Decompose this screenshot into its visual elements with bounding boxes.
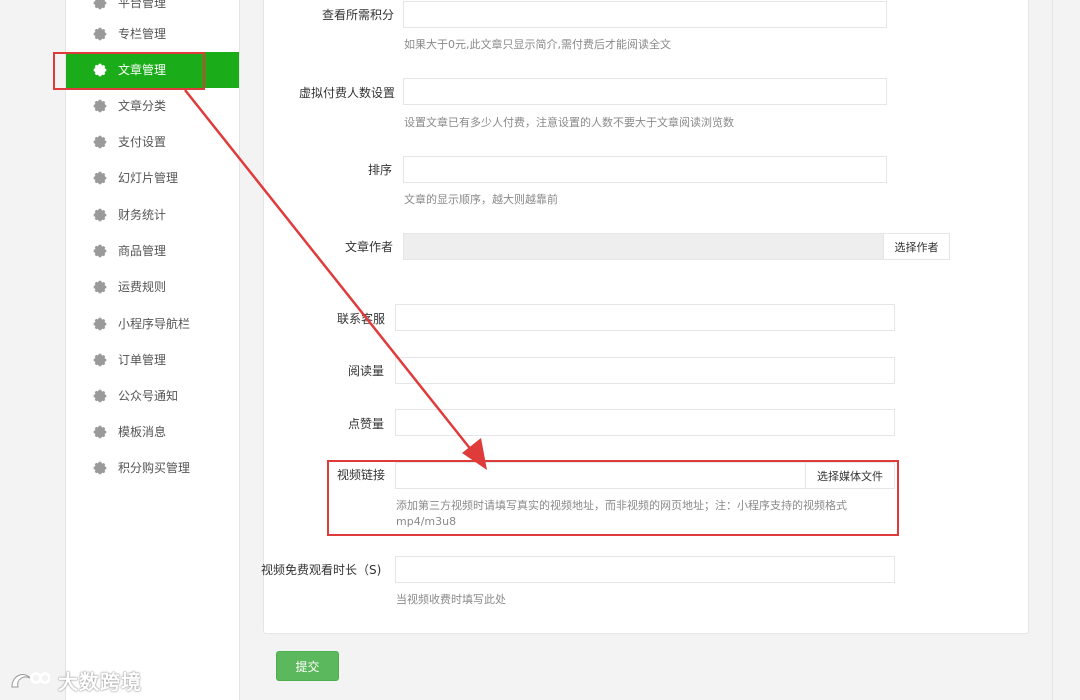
gear-icon	[93, 171, 107, 185]
sidebar-item-categories[interactable]: 文章分类	[66, 88, 239, 124]
sidebar-item-label: 文章分类	[118, 99, 167, 113]
sidebar-item-shipping[interactable]: 运费规则	[66, 269, 239, 305]
select-media-button[interactable]: 选择媒体文件	[805, 462, 895, 489]
sidebar-item-label: 订单管理	[118, 353, 167, 367]
gear-icon	[93, 208, 107, 222]
gear-icon	[93, 244, 107, 258]
sidebar-item-label: 平台管理	[118, 0, 167, 10]
sidebar-item-label: 专栏管理	[118, 27, 167, 41]
sort-input[interactable]	[403, 156, 887, 183]
sidebar: 平台管理 专栏管理 文章管理 文章分类 支付设置 幻灯片管理 财务统计 商品管理…	[65, 0, 240, 700]
author-label: 文章作者	[345, 240, 394, 254]
likes-label: 点赞量	[348, 417, 385, 431]
sidebar-item-slides[interactable]: 幻灯片管理	[66, 160, 239, 196]
submit-button[interactable]: 提交	[276, 651, 339, 681]
sidebar-item-points-purchase[interactable]: 积分购买管理	[66, 450, 239, 486]
points-label: 查看所需积分	[322, 8, 395, 22]
gear-icon	[93, 389, 107, 403]
sidebar-item-finance[interactable]: 财务统计	[66, 197, 239, 233]
sort-label: 排序	[368, 163, 393, 177]
gear-icon	[93, 135, 107, 149]
gear-icon	[93, 353, 107, 367]
video-link-label: 视频链接	[337, 468, 386, 482]
sidebar-item-column[interactable]: 专栏管理	[66, 16, 239, 52]
watermark: 大数跨境	[10, 666, 142, 694]
sidebar-item-label: 支付设置	[118, 135, 167, 149]
sidebar-item-official-notice[interactable]: 公众号通知	[66, 378, 239, 414]
gear-icon	[93, 280, 107, 294]
points-help: 如果大于0元,此文章只显示简介,需付费后才能阅读全文	[404, 38, 671, 51]
sidebar-item-label: 小程序导航栏	[118, 317, 191, 331]
likes-input[interactable]	[395, 409, 895, 436]
reads-label: 阅读量	[348, 364, 385, 378]
gear-icon	[93, 0, 107, 10]
gear-icon	[93, 317, 107, 331]
sidebar-item-template-msg[interactable]: 模板消息	[66, 414, 239, 450]
watermark-logo-icon	[11, 672, 50, 688]
sidebar-item-label: 幻灯片管理	[118, 171, 179, 185]
reads-input[interactable]	[395, 357, 895, 384]
contact-label: 联系客服	[337, 312, 386, 326]
sidebar-item-miniprogram-nav[interactable]: 小程序导航栏	[66, 306, 239, 342]
video-link-help-formats: mp4/m3u8	[396, 515, 457, 528]
sidebar-item-label: 运费规则	[118, 280, 167, 294]
video-link-help: 添加第三方视频时请填写真实的视频地址，而非视频的网页地址；注：小程序支持的视频格…	[396, 499, 847, 512]
sidebar-item-payment[interactable]: 支付设置	[66, 124, 239, 160]
gear-icon	[93, 27, 107, 41]
points-input[interactable]	[403, 1, 887, 28]
gear-icon	[93, 425, 107, 439]
sidebar-item-label: 商品管理	[118, 244, 167, 258]
gear-icon	[93, 63, 107, 77]
select-author-button[interactable]: 选择作者	[883, 233, 950, 260]
sidebar-item-orders[interactable]: 订单管理	[66, 342, 239, 378]
sidebar-item-articles[interactable]: 文章管理	[66, 52, 239, 88]
free-duration-help: 当视频收费时填写此处	[396, 593, 506, 606]
right-gutter	[1052, 0, 1080, 700]
contact-input[interactable]	[395, 304, 895, 331]
author-input	[403, 233, 884, 260]
sidebar-item-label: 模板消息	[118, 425, 167, 439]
gear-icon	[93, 99, 107, 113]
virtual-payers-help: 设置文章已有多少人付费，注意设置的人数不要大于文章阅读浏览数	[404, 116, 734, 129]
gear-icon	[93, 461, 107, 475]
watermark-text: 大数跨境	[58, 669, 142, 694]
sidebar-item-label: 积分购买管理	[118, 461, 191, 475]
sidebar-item-products[interactable]: 商品管理	[66, 233, 239, 269]
sidebar-item-label: 文章管理	[118, 63, 167, 77]
sidebar-item-label: 财务统计	[118, 208, 167, 222]
virtual-payers-input[interactable]	[403, 78, 887, 105]
free-duration-label: 视频免费观看时长（S)	[261, 563, 382, 577]
sidebar-item-label: 公众号通知	[118, 389, 179, 403]
free-duration-input[interactable]	[395, 556, 895, 583]
virtual-payers-label: 虚拟付费人数设置	[299, 86, 396, 100]
sort-help: 文章的显示顺序，越大则越靠前	[404, 193, 558, 206]
video-link-input[interactable]	[395, 462, 806, 489]
